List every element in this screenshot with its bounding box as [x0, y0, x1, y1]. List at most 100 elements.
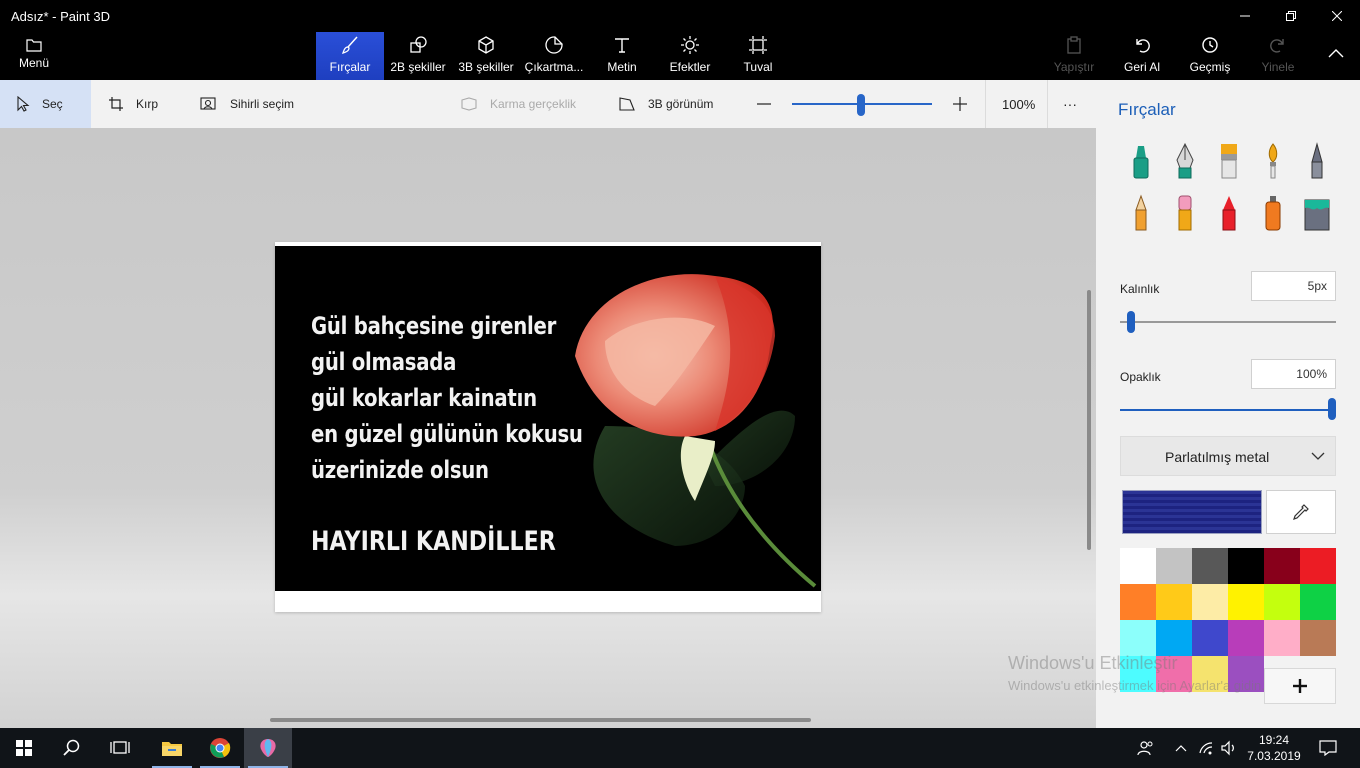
calligraphy-pen-brush[interactable] — [1170, 142, 1200, 182]
clock-time: 19:24 — [1258, 733, 1290, 747]
folder-icon — [162, 742, 182, 756]
chrome-button[interactable] — [196, 728, 244, 768]
redo-label: Yinele — [1261, 60, 1295, 74]
menu-button[interactable]: Menü — [10, 36, 58, 78]
select-button[interactable]: Seç — [0, 80, 91, 128]
pixel-pen-brush[interactable] — [1302, 142, 1332, 182]
color-swatch[interactable] — [1228, 584, 1264, 620]
color-swatch[interactable] — [1192, 620, 1228, 656]
fill-bucket-brush[interactable] — [1302, 194, 1332, 234]
undo-button[interactable]: Geri Al — [1118, 32, 1166, 80]
paint3d-icon — [260, 739, 276, 757]
minimize-button[interactable] — [1222, 0, 1268, 32]
tab-3d-shapes[interactable]: 3B şekiller — [456, 32, 516, 80]
spray-can-brush[interactable] — [1258, 194, 1288, 234]
color-swatch[interactable] — [1156, 584, 1192, 620]
search-icon — [63, 739, 80, 756]
tab-stickers-label: Çıkartma... — [524, 60, 584, 74]
people-button[interactable] — [1132, 728, 1160, 768]
horizontal-scrollbar[interactable] — [270, 718, 811, 722]
clock[interactable]: 19:24 7.03.2019 — [1243, 732, 1305, 764]
more-options-button[interactable]: ··· — [1063, 80, 1077, 128]
color-swatch[interactable] — [1228, 620, 1264, 656]
pencil-brush[interactable] — [1126, 194, 1156, 234]
show-hidden-icons-button[interactable] — [1170, 728, 1192, 768]
activation-watermark-title: Windows'u Etkinleştir — [1008, 653, 1178, 673]
search-button[interactable] — [48, 728, 96, 768]
crayon-brush[interactable] — [1214, 194, 1244, 234]
tab-effects[interactable]: Efektler — [664, 32, 716, 80]
current-color-swatch[interactable] — [1122, 490, 1262, 534]
history-button[interactable]: Geçmiş — [1186, 32, 1234, 80]
magic-select-button[interactable]: Sihirli seçim — [200, 80, 294, 128]
color-swatch[interactable] — [1156, 548, 1192, 584]
color-swatch[interactable] — [1264, 548, 1300, 584]
color-swatch[interactable] — [1300, 620, 1336, 656]
color-swatch[interactable] — [1264, 620, 1300, 656]
close-icon — [1332, 11, 1342, 21]
color-swatch[interactable] — [1264, 584, 1300, 620]
color-swatch[interactable] — [1300, 584, 1336, 620]
vertical-scrollbar[interactable] — [1087, 290, 1091, 550]
paint3d-taskbar-button[interactable] — [244, 728, 292, 768]
material-dropdown[interactable]: Parlatılmış metal — [1120, 436, 1336, 476]
zoom-out-button[interactable] — [756, 80, 784, 128]
color-swatch[interactable] — [1120, 620, 1156, 656]
title-bar: Adsız* - Paint 3D Menü Fırçalar 2B şekil… — [0, 0, 1360, 80]
poem-line: gül kokarlar kainatın — [311, 384, 537, 412]
thickness-input[interactable]: 5px — [1251, 271, 1336, 301]
network-button[interactable] — [1196, 728, 1218, 768]
select-label: Seç — [42, 97, 63, 111]
paste-icon — [1067, 36, 1081, 54]
tab-brushes[interactable]: Fırçalar — [316, 32, 384, 80]
wifi-icon — [1199, 742, 1213, 755]
mixed-reality-button[interactable]: Karma gerçeklik — [460, 80, 576, 128]
color-swatch[interactable] — [1192, 584, 1228, 620]
paste-button[interactable]: Yapıştır — [1050, 32, 1098, 80]
zoom-value[interactable]: 100% — [1002, 80, 1035, 128]
tab-2d-shapes[interactable]: 2B şekiller — [388, 32, 448, 80]
zoom-in-button[interactable] — [952, 80, 980, 128]
color-swatch[interactable] — [1300, 548, 1336, 584]
pixel-pen-icon — [1311, 142, 1323, 179]
volume-icon — [1221, 740, 1234, 756]
eyedropper-button[interactable] — [1266, 490, 1336, 534]
close-button[interactable] — [1314, 0, 1360, 32]
color-swatch[interactable] — [1192, 548, 1228, 584]
tab-text[interactable]: Metin — [600, 32, 644, 80]
color-swatch[interactable] — [1120, 584, 1156, 620]
2d-shapes-icon — [410, 36, 427, 53]
color-swatch[interactable] — [1228, 548, 1264, 584]
maximize-button[interactable] — [1268, 0, 1314, 32]
opacity-slider-thumb[interactable] — [1328, 398, 1336, 420]
poem-text: Gül bahçesine girenler gül olmasada gül … — [311, 308, 583, 488]
color-swatch[interactable] — [1120, 548, 1156, 584]
tab-stickers[interactable]: Çıkartma... — [523, 32, 585, 80]
poem-line: Gül bahçesine girenler — [311, 312, 557, 340]
rose-image[interactable]: Gül bahçesine girenler gül olmasada gül … — [275, 246, 821, 591]
tab-canvas[interactable]: Tuval — [736, 32, 780, 80]
file-explorer-button[interactable] — [148, 728, 196, 768]
volume-button[interactable] — [1218, 728, 1240, 768]
canvas-icon — [749, 36, 767, 54]
crop-button[interactable]: Kırp — [108, 80, 158, 128]
eraser-brush[interactable] — [1170, 194, 1200, 234]
start-button[interactable] — [0, 728, 48, 768]
oil-brush[interactable] — [1214, 142, 1244, 182]
chevron-up-icon — [1175, 745, 1187, 752]
toolbar-divider — [1047, 80, 1048, 128]
3d-view-button[interactable]: 3B görünüm — [618, 80, 713, 128]
opacity-input[interactable]: 100% — [1251, 359, 1336, 389]
task-view-button[interactable] — [96, 728, 144, 768]
action-center-button[interactable] — [1314, 728, 1342, 768]
undo-label: Geri Al — [1123, 60, 1160, 74]
marker-brush[interactable] — [1126, 142, 1156, 182]
watercolor-brush[interactable] — [1258, 142, 1288, 182]
zoom-slider-thumb[interactable] — [857, 94, 865, 116]
thickness-slider-thumb[interactable] — [1126, 311, 1135, 333]
3d-view-icon — [619, 97, 635, 111]
redo-button[interactable]: Yinele — [1254, 32, 1302, 80]
thickness-slider-track[interactable] — [1120, 321, 1336, 323]
add-color-button[interactable] — [1264, 668, 1336, 704]
color-swatch[interactable] — [1156, 620, 1192, 656]
